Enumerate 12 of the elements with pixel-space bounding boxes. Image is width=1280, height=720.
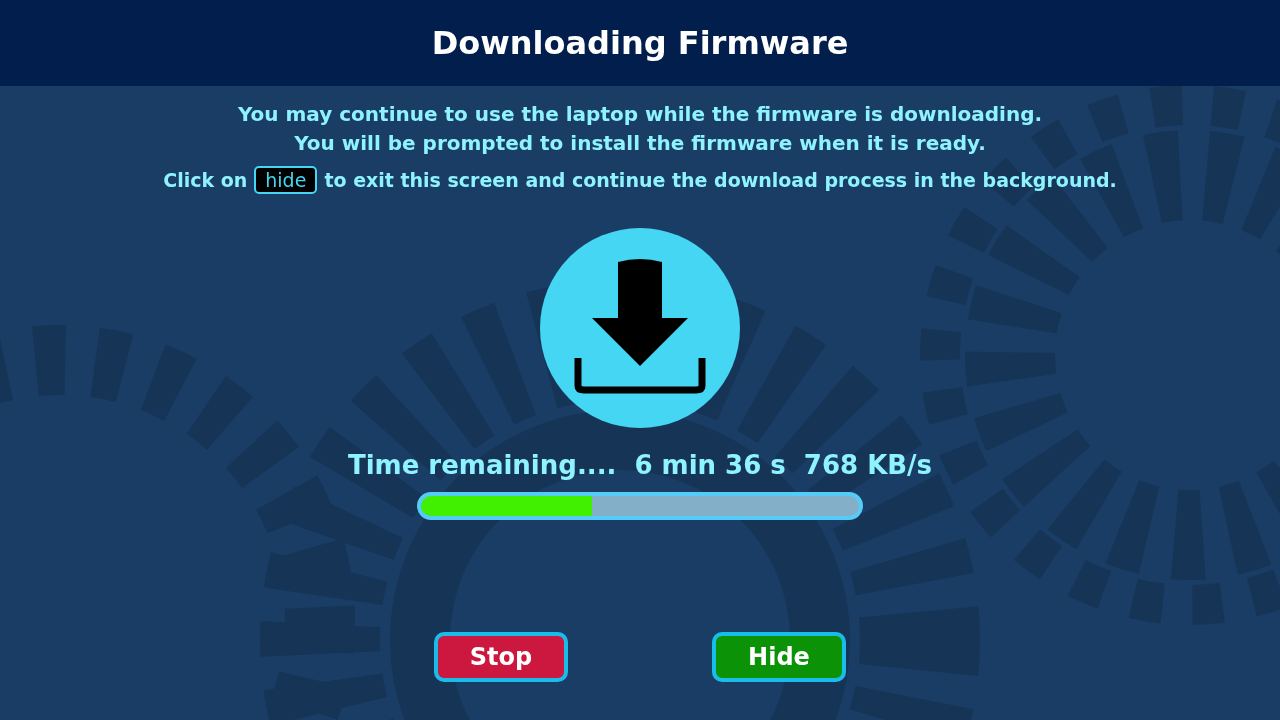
info-text: You will be prompted to install the firmware when it is ready. bbox=[293, 130, 987, 157]
download-speed: 768 KB/s bbox=[803, 450, 933, 480]
hint-text: to exit this screen and continue the download process in the background. bbox=[324, 169, 1117, 191]
download-icon bbox=[540, 228, 740, 428]
time-remaining-value: 6 min 36 s bbox=[634, 450, 786, 480]
action-button[interactable]: Hide bbox=[712, 632, 846, 682]
hint-text: Click on bbox=[163, 169, 248, 191]
action-button[interactable]: Stop bbox=[434, 632, 568, 682]
header-title: Downloading Firmware bbox=[431, 24, 849, 62]
time-remaining-label: Time remaining.... bbox=[347, 450, 617, 480]
hide-key-badge: hide bbox=[254, 166, 318, 194]
info-text: You may continue to use the laptop while the firmware is downloading. bbox=[236, 101, 1044, 128]
